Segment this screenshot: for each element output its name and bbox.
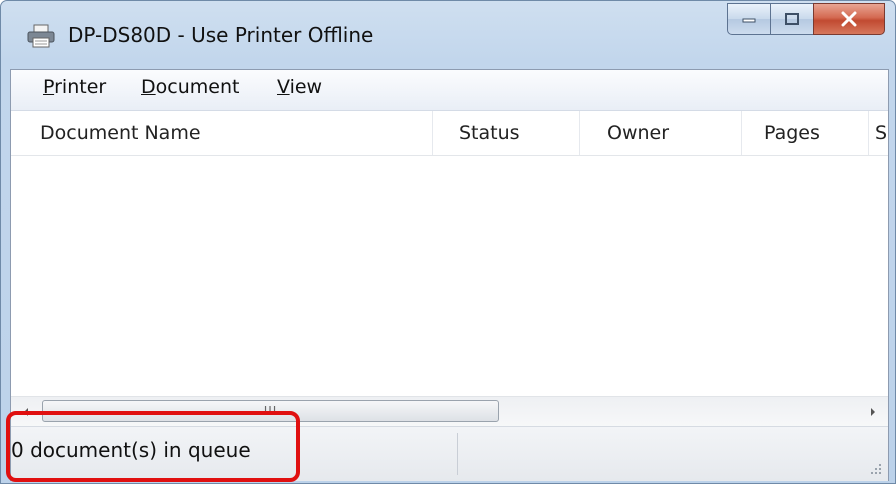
close-button[interactable] [813, 3, 885, 35]
menu-printer[interactable]: Printer [43, 76, 106, 98]
column-header-document-name[interactable]: Document Name [11, 111, 433, 155]
caption-buttons [727, 3, 885, 39]
column-header-size-partial[interactable]: S [869, 111, 888, 155]
maximize-icon [785, 13, 799, 25]
maximize-button[interactable] [770, 3, 814, 35]
menu-printer-accelerator: P [43, 76, 55, 98]
menu-document[interactable]: Document [141, 76, 239, 98]
menu-bar: Printer Document View [11, 70, 888, 111]
column-header-status[interactable]: Status [433, 111, 580, 155]
status-divider [457, 433, 458, 475]
arrow-right-icon [871, 408, 875, 416]
minimize-icon [742, 18, 756, 23]
menu-printer-label: rinter [54, 76, 107, 98]
column-header-owner[interactable]: Owner [580, 111, 742, 155]
document-list[interactable] [11, 156, 888, 396]
menu-document-accelerator: D [141, 76, 156, 98]
highlight-box [6, 411, 300, 482]
scroll-right-arrow[interactable] [858, 397, 888, 427]
minimize-button[interactable] [727, 3, 771, 35]
column-header-pages[interactable]: Pages [742, 111, 869, 155]
printer-icon [27, 24, 55, 48]
window-title: DP-DS80D - Use Printer Offline [68, 23, 374, 47]
title-bar[interactable]: DP-DS80D - Use Printer Offline [1, 1, 895, 71]
menu-view[interactable]: View [277, 76, 322, 98]
menu-view-label: iew [289, 76, 323, 98]
column-header-row: Document Name Status Owner Pages S [11, 111, 888, 156]
menu-view-accelerator: V [277, 76, 290, 98]
menu-document-label: ocument [155, 76, 240, 98]
resize-grip-icon[interactable] [870, 463, 882, 475]
close-icon [841, 11, 857, 27]
